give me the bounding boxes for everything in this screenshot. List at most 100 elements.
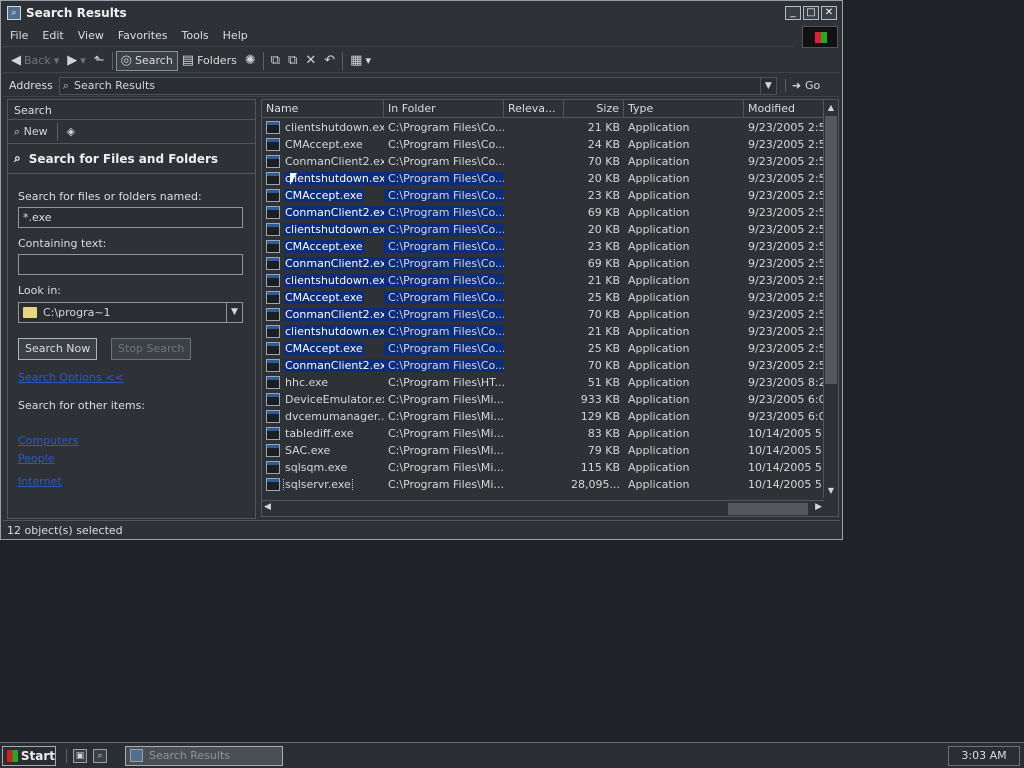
scroll-down-icon[interactable]: ▼ — [824, 483, 838, 498]
search-button[interactable]: ◎ Search — [115, 50, 178, 71]
table-row[interactable]: ConmanClient2.exe C:\Program Files\Co... 6… — [262, 255, 824, 272]
menu-help[interactable]: Help — [216, 29, 255, 42]
name-cell[interactable]: ConmanClient2.exe — [262, 359, 384, 372]
name-cell[interactable]: ConmanClient2.exe — [262, 308, 384, 321]
table-row[interactable]: ConmanClient2.exe C:\Program Files\Co... 7… — [262, 153, 824, 170]
internet-link[interactable]: Internet — [18, 475, 62, 488]
name-cell[interactable]: sqlservr.exe — [262, 478, 384, 491]
address-dropdown-icon[interactable]: ▼ — [759, 77, 776, 94]
table-row[interactable]: CMAccept.exe C:\Program Files\Co... 25 KB A… — [262, 289, 824, 306]
table-row[interactable]: hhc.exe C:\Program Files\HT... 51 KB Applic… — [262, 374, 824, 391]
stop-search-button[interactable]: Stop Search — [111, 338, 192, 360]
move-to-button[interactable]: ⧉ — [267, 51, 284, 71]
name-cell[interactable]: CMAccept.exe — [262, 291, 384, 304]
computers-link[interactable]: Computers — [18, 434, 78, 447]
name-cell[interactable]: clientshutdown.exe — [262, 223, 384, 236]
table-row[interactable]: clientshutdown.exe C:\Program Files\Co...… — [262, 272, 824, 289]
containing-input[interactable] — [18, 254, 243, 275]
vertical-scrollbar[interactable]: ▲ ▼ — [823, 100, 838, 498]
forward-button[interactable]: ▶ ▾ — [63, 51, 90, 71]
maximize-button[interactable]: □ — [803, 6, 819, 20]
title-bar[interactable]: ⌕ Search Results _ □ ✕ — [3, 3, 840, 23]
menu-favorites[interactable]: Favorites — [111, 29, 175, 42]
go-arrow-icon: ➜ — [791, 79, 802, 92]
name-cell[interactable]: CMAccept.exe — [262, 240, 384, 253]
table-row[interactable]: clientshutdown.exe C:\Program Files\Co...… — [262, 323, 824, 340]
name-cell[interactable]: CMAccept.exe — [262, 342, 384, 355]
menu-view[interactable]: View — [71, 29, 111, 42]
lookin-dropdown-icon[interactable]: ▼ — [226, 303, 242, 322]
folders-button[interactable]: ▤ Folders — [178, 51, 241, 71]
col-size[interactable]: Size — [564, 100, 624, 117]
table-row[interactable]: DeviceEmulator.exe C:\Program Files\Mi...… — [262, 391, 824, 408]
scroll-up-icon[interactable]: ▲ — [824, 100, 838, 115]
col-in-folder[interactable]: In Folder — [384, 100, 504, 117]
name-cell[interactable]: clientshutdown.exe — [262, 325, 384, 338]
name-cell[interactable]: dvcemumanager.... — [262, 410, 384, 423]
address-field[interactable]: ⌕ Search Results ▼ — [58, 76, 777, 95]
col-type[interactable]: Type — [624, 100, 744, 117]
horizontal-scroll-thumb[interactable] — [728, 503, 808, 515]
table-row[interactable]: tablediff.exe C:\Program Files\Mi... 83 KB… — [262, 425, 824, 442]
menu-file[interactable]: File — [3, 29, 35, 42]
history-button[interactable]: ✺ — [241, 51, 260, 71]
horizontal-scrollbar[interactable]: ◀ ▶ — [262, 500, 824, 516]
name-cell[interactable]: clientshutdown.exe — [262, 172, 384, 185]
show-desktop-icon[interactable]: ▣ — [73, 748, 87, 763]
explorer-icon[interactable]: ⌕ — [93, 748, 107, 763]
table-row[interactable]: ConmanClient2.exe C:\Program Files\Co... 7… — [262, 357, 824, 374]
table-row[interactable]: clientshutdown.exe C:\Program Files\Co...… — [262, 119, 824, 136]
search-now-button[interactable]: Search Now — [18, 338, 98, 360]
name-cell[interactable]: clientshutdown.exe — [262, 274, 384, 287]
menu-edit[interactable]: Edit — [35, 29, 70, 42]
name-cell[interactable]: hhc.exe — [262, 376, 384, 389]
name-cell[interactable]: CMAccept.exe — [262, 189, 384, 202]
table-row[interactable]: CMAccept.exe C:\Program Files\Co... 25 KB A… — [262, 340, 824, 357]
search-assistant-icon[interactable]: ◈ — [67, 125, 75, 138]
table-row[interactable]: clientshutdown.exe C:\Program Files\Co...… — [262, 221, 824, 238]
name-cell[interactable]: SAC.exe — [262, 444, 384, 457]
search-options-link[interactable]: Search Options << — [18, 371, 124, 384]
start-button[interactable]: Start — [2, 745, 56, 766]
up-folder-button[interactable]: ⬑ — [90, 51, 109, 71]
name-cell[interactable]: sqlsqm.exe — [262, 461, 384, 474]
table-row[interactable]: clientshutdown.exe C:\Program Files\Co...… — [262, 170, 824, 187]
name-cell[interactable]: DeviceEmulator.exe — [262, 393, 384, 406]
scroll-right-icon[interactable]: ▶ — [815, 502, 822, 512]
close-button[interactable]: ✕ — [821, 6, 837, 20]
scroll-left-icon[interactable]: ◀ — [264, 502, 271, 512]
table-row[interactable]: CMAccept.exe C:\Program Files\Co... 23 KB A… — [262, 187, 824, 204]
delete-button[interactable]: ✕ — [301, 51, 320, 71]
undo-button[interactable]: ↶ — [320, 51, 339, 71]
table-row[interactable]: CMAccept.exe C:\Program Files\Co... 24 KB A… — [262, 136, 824, 153]
menu-tools[interactable]: Tools — [175, 29, 216, 42]
col-modified[interactable]: Modified — [744, 100, 824, 117]
table-row[interactable]: sqlservr.exe C:\Program Files\Mi... 28,095… — [262, 476, 824, 493]
name-cell[interactable]: ConmanClient2.exe — [262, 206, 384, 219]
name-cell[interactable]: tablediff.exe — [262, 427, 384, 440]
go-button[interactable]: ➜ Go — [784, 79, 820, 92]
people-link[interactable]: People — [18, 452, 55, 465]
table-row[interactable]: CMAccept.exe C:\Program Files\Co... 23 KB A… — [262, 238, 824, 255]
copy-to-button[interactable]: ⧉ — [284, 51, 301, 71]
table-row[interactable]: SAC.exe C:\Program Files\Mi... 79 KB Applic… — [262, 442, 824, 459]
table-row[interactable]: dvcemumanager.... C:\Program Files\Mi... 1… — [262, 408, 824, 425]
table-row[interactable]: ConmanClient2.exe C:\Program Files\Co... 7… — [262, 306, 824, 323]
name-cell[interactable]: ConmanClient2.exe — [262, 257, 384, 270]
vertical-scroll-thumb[interactable] — [825, 116, 837, 384]
table-row[interactable]: ConmanClient2.exe C:\Program Files\Co... 6… — [262, 204, 824, 221]
named-input[interactable]: *.exe — [18, 207, 243, 228]
minimize-button[interactable]: _ — [785, 6, 801, 20]
views-button[interactable]: ▦ ▾ — [346, 51, 375, 71]
col-name[interactable]: Name — [262, 100, 384, 117]
lookin-select[interactable]: C:\progra~1 ▼ — [18, 302, 243, 323]
back-button[interactable]: ◀ Back ▾ — [7, 51, 63, 71]
taskbar-item-search-results[interactable]: Search Results — [125, 745, 283, 766]
new-search-button[interactable]: ⌕ New — [14, 125, 48, 139]
size-cell: 83 KB — [587, 427, 620, 440]
name-cell[interactable]: CMAccept.exe — [262, 138, 384, 151]
name-cell[interactable]: ConmanClient2.exe — [262, 155, 384, 168]
table-row[interactable]: sqlsqm.exe C:\Program Files\Mi... 115 KB Ap… — [262, 459, 824, 476]
name-cell[interactable]: clientshutdown.exe — [262, 121, 384, 134]
col-relevance[interactable]: Releva... — [504, 100, 564, 117]
